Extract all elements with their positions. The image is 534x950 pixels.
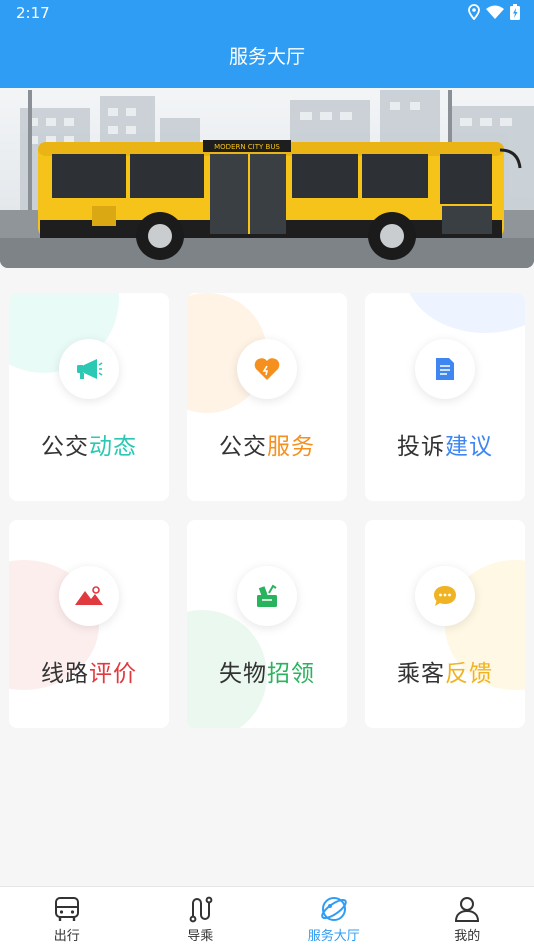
- lost-found-icon-badge: [237, 566, 297, 626]
- tab-guide-label: 导乘: [187, 929, 214, 944]
- card-bus-news[interactable]: 公交动态: [9, 293, 169, 501]
- card-bus-service[interactable]: 公交服务: [187, 293, 347, 501]
- card-bus-news-label: 公交动态: [41, 434, 137, 460]
- card-bus-service-label: 公交服务: [219, 434, 315, 460]
- tab-profile-label: 我的: [454, 929, 481, 944]
- tab-travel[interactable]: 出行: [0, 887, 134, 950]
- service-hall-icon: [320, 897, 347, 921]
- card-route-rating[interactable]: 线路评价: [9, 520, 169, 728]
- document-icon: [436, 358, 454, 380]
- banner-carousel[interactable]: MODERN CITY BUS: [0, 88, 534, 268]
- mountain-icon: [75, 586, 103, 605]
- route-icon: [189, 896, 213, 923]
- location-icon: [468, 4, 480, 20]
- card-lost-found[interactable]: 失物招领: [187, 520, 347, 728]
- status-time: 2:17: [16, 4, 50, 22]
- megaphone-icon-badge: [59, 339, 119, 399]
- page-title: 服务大厅: [228, 46, 305, 68]
- lost-found-icon: [257, 584, 277, 607]
- bottom-tab-bar: 出行 导乘 服务大厅 我的: [0, 886, 534, 950]
- document-icon-badge: [415, 339, 475, 399]
- battery-icon: [510, 4, 520, 20]
- status-bar: 2:17: [0, 0, 534, 26]
- mountain-icon-badge: [59, 566, 119, 626]
- tab-service-hall-label: 服务大厅: [307, 929, 360, 944]
- megaphone-icon: [77, 359, 103, 379]
- tab-service-hall[interactable]: 服务大厅: [267, 887, 401, 950]
- card-route-rating-label: 线路评价: [41, 661, 137, 687]
- bus-banner-image: MODERN CITY BUS: [0, 88, 534, 268]
- tab-profile[interactable]: 我的: [401, 887, 534, 950]
- bus-icon: [54, 897, 79, 921]
- bus-sign-text: MODERN CITY BUS: [214, 143, 280, 151]
- chat-icon: [434, 586, 456, 606]
- chat-icon-badge: [415, 566, 475, 626]
- tab-travel-label: 出行: [53, 929, 80, 944]
- card-passenger-feedback-label: 乘客反馈: [397, 661, 493, 687]
- card-complaint[interactable]: 投诉建议: [365, 293, 525, 501]
- card-lost-found-label: 失物招领: [219, 661, 315, 687]
- tab-guide[interactable]: 导乘: [134, 887, 268, 950]
- wifi-icon: [486, 5, 504, 19]
- heart-icon-badge: [237, 339, 297, 399]
- card-passenger-feedback[interactable]: 乘客反馈: [365, 520, 525, 728]
- card-complaint-label: 投诉建议: [397, 434, 493, 460]
- profile-icon: [455, 897, 480, 922]
- app-bar: 服务大厅: [0, 26, 534, 88]
- heart-icon: [254, 358, 280, 380]
- status-icons: [468, 4, 520, 20]
